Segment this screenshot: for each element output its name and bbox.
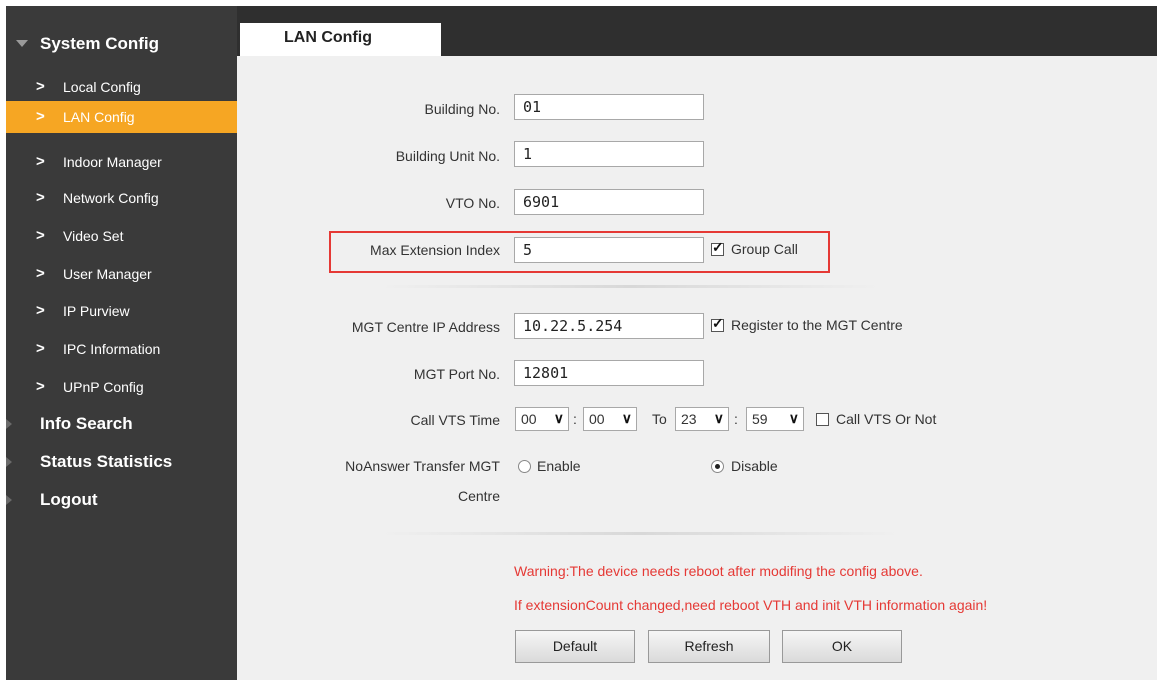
start-hour-select[interactable]: 00 ∨ (515, 407, 569, 431)
sidebar-item-label: IP Purview (63, 303, 130, 319)
time-colon: : (734, 411, 738, 427)
noanswer-label-line2: Centre (457, 488, 500, 504)
sidebar-group-label: System Config (40, 34, 160, 53)
sidebar-item-label: IPC Information (63, 341, 161, 357)
sidebar-group-info-search[interactable]: Info Search (6, 412, 237, 436)
sidebar-item-label: LAN Config (63, 109, 135, 125)
chevron-right-icon: > (36, 189, 45, 206)
select-value: 00 (589, 411, 605, 427)
building-no-input[interactable]: 01 (514, 94, 704, 120)
sidebar-item-user-manager[interactable]: > User Manager (6, 258, 237, 290)
disable-label: Disable (731, 458, 778, 474)
chevron-right-icon: > (36, 378, 45, 395)
call-vts-time-label: Call VTS Time (410, 412, 500, 428)
sidebar-item-label: Video Set (63, 228, 124, 244)
max-extension-index-input[interactable]: 5 (514, 237, 704, 263)
building-unit-no-label: Building Unit No. (395, 148, 500, 164)
sidebar-item-upnp-config[interactable]: > UPnP Config (6, 371, 237, 403)
sidebar-group-label: Info Search (40, 414, 133, 433)
noanswer-label-line1: NoAnswer Transfer MGT (345, 458, 500, 474)
building-no-label: Building No. (424, 101, 501, 117)
triangle-right-icon (6, 419, 12, 429)
chevron-down-icon: ∨ (713, 410, 724, 426)
sidebar-item-video-set[interactable]: > Video Set (6, 220, 237, 252)
select-value: 23 (681, 411, 697, 427)
chevron-down-icon: ∨ (788, 410, 799, 426)
vto-no-label: VTO No. (445, 195, 500, 211)
sidebar-item-label: UPnP Config (63, 379, 144, 395)
ok-button[interactable]: OK (782, 630, 902, 663)
triangle-right-icon (6, 495, 12, 505)
to-label: To (652, 411, 667, 427)
warning-extension-count: If extensionCount changed,need reboot VT… (514, 597, 988, 613)
start-minute-select[interactable]: 00 ∨ (583, 407, 637, 431)
default-button[interactable]: Default (515, 630, 635, 663)
triangle-right-icon (6, 457, 12, 467)
sidebar-item-indoor-manager[interactable]: > Indoor Manager (6, 146, 237, 178)
group-call-label: Group Call (731, 241, 798, 257)
chevron-right-icon: > (36, 153, 45, 170)
sidebar-item-label: User Manager (63, 266, 152, 282)
building-unit-no-input[interactable]: 1 (514, 141, 704, 167)
enable-label: Enable (537, 458, 581, 474)
sidebar-item-lan-config[interactable]: > LAN Config (6, 101, 237, 133)
sidebar-item-local-config[interactable]: > Local Config (6, 71, 237, 103)
sidebar: System Config > Local Config > LAN Confi… (6, 6, 237, 680)
warning-reboot: Warning:The device needs reboot after mo… (514, 563, 923, 579)
sidebar-group-status-statistics[interactable]: Status Statistics (6, 450, 237, 474)
end-hour-select[interactable]: 23 ∨ (675, 407, 729, 431)
chevron-right-icon: > (36, 302, 45, 319)
divider (380, 532, 900, 535)
register-mgt-label: Register to the MGT Centre (731, 317, 903, 333)
sidebar-item-network-config[interactable]: > Network Config (6, 182, 237, 214)
chevron-right-icon: > (36, 108, 45, 125)
chevron-right-icon: > (36, 265, 45, 282)
mgt-ip-label: MGT Centre IP Address (351, 319, 500, 335)
max-extension-index-label: Max Extension Index (370, 242, 500, 258)
sidebar-item-label: Indoor Manager (63, 154, 162, 170)
group-call-checkbox[interactable] (711, 239, 724, 256)
triangle-down-icon (16, 40, 28, 47)
mgt-port-input[interactable]: 12801 (514, 360, 704, 386)
select-value: 59 (752, 411, 768, 427)
chevron-right-icon: > (36, 340, 45, 357)
call-vts-or-not-checkbox[interactable] (816, 413, 829, 426)
tab-label: LAN Config (284, 29, 372, 46)
vto-no-input[interactable]: 6901 (514, 189, 704, 215)
chevron-right-icon: > (36, 78, 45, 95)
refresh-button[interactable]: Refresh (648, 630, 770, 663)
sidebar-item-ipc-information[interactable]: > IPC Information (6, 333, 237, 365)
tab-lan-config[interactable]: LAN Config (240, 23, 441, 56)
sidebar-item-label: Local Config (63, 79, 141, 95)
chevron-down-icon: ∨ (553, 410, 564, 426)
chevron-down-icon: ∨ (621, 410, 632, 426)
end-minute-select[interactable]: 59 ∨ (746, 407, 804, 431)
sidebar-item-label: Network Config (63, 190, 159, 206)
time-colon: : (573, 411, 577, 427)
mgt-port-label: MGT Port No. (413, 366, 500, 382)
sidebar-group-system-config[interactable]: System Config (6, 33, 237, 55)
select-value: 00 (521, 411, 537, 427)
disable-radio[interactable] (711, 460, 724, 473)
sidebar-group-logout[interactable]: Logout (6, 488, 237, 512)
sidebar-item-ip-purview[interactable]: > IP Purview (6, 295, 237, 327)
register-mgt-checkbox[interactable] (711, 315, 724, 332)
sidebar-group-label: Status Statistics (40, 452, 173, 471)
sidebar-group-label: Logout (40, 490, 98, 509)
chevron-right-icon: > (36, 227, 45, 244)
enable-radio[interactable] (518, 460, 531, 473)
divider (380, 285, 880, 288)
call-vts-or-not-label: Call VTS Or Not (836, 411, 937, 427)
mgt-ip-input[interactable]: 10.22.5.254 (514, 313, 704, 339)
